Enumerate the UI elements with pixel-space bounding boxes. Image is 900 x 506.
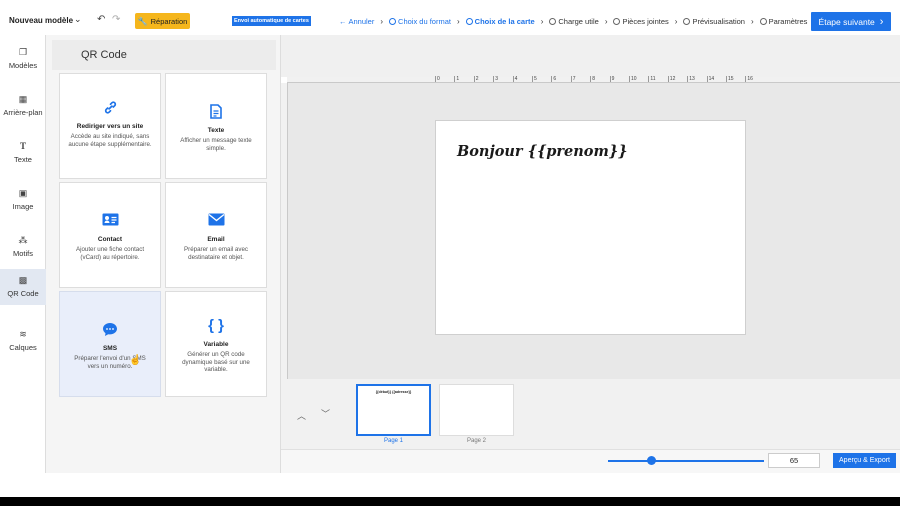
- ruler-tick-label: 1: [454, 76, 460, 82]
- text-icon: T: [19, 141, 26, 151]
- ruler-tick-label: 0: [435, 76, 440, 82]
- left-sidebar: ❐ Modèles ▦ Arrière-plan T Texte ▣ Image…: [0, 35, 46, 473]
- horizontal-ruler: 0 1 2 3 4 5 6 7 8 9 10 11 12 13 14 15 16: [287, 76, 900, 83]
- step-circle-icon: [683, 17, 691, 25]
- step-circle-icon: [465, 17, 473, 25]
- templates-icon: ❐: [18, 47, 28, 57]
- step-attachments[interactable]: Pièces jointes: [613, 17, 669, 26]
- chevron-right-icon: ›: [750, 16, 754, 26]
- step-format[interactable]: Choix du format: [389, 17, 451, 26]
- ruler-tick-label: 8: [590, 76, 595, 82]
- chevron-right-icon: ›: [879, 15, 884, 28]
- step-settings[interactable]: Paramètres: [759, 17, 807, 26]
- wrench-icon: 🔧: [137, 16, 148, 26]
- ruler-tick-label: 12: [667, 76, 676, 82]
- page-thumbnail-2[interactable]: [439, 384, 514, 436]
- mouse-cursor-icon: ☝: [129, 355, 142, 366]
- ruler-tick-label: 11: [648, 76, 656, 82]
- repair-button[interactable]: 🔧 Réparation: [135, 13, 190, 29]
- chevron-right-icon: ›: [604, 16, 608, 26]
- ruler-tick-label: 16: [745, 76, 753, 82]
- qr-option-redirect[interactable]: Rediriger vers un site Accède au site in…: [59, 73, 161, 179]
- ruler-tick-label: 6: [551, 76, 557, 82]
- ruler-tick-label: 2: [473, 76, 479, 82]
- chevron-right-icon: ›: [540, 16, 544, 26]
- ruler-tick-label: 4: [512, 76, 518, 82]
- panel-title: QR Code: [52, 40, 276, 70]
- ruler-tick-label: 13: [687, 76, 695, 82]
- preview-export-button[interactable]: Aperçu & Export: [833, 453, 896, 468]
- undo-icon[interactable]: ↶: [97, 14, 105, 25]
- step-circle-icon: [389, 17, 397, 25]
- braces-icon: { }: [208, 317, 224, 334]
- qr-option-sms[interactable]: SMS Préparer l'envoi d'un SMS vers un nu…: [59, 291, 161, 397]
- step-circle-icon: [549, 17, 557, 25]
- step-payload[interactable]: Charge utile: [549, 17, 599, 26]
- next-step-button[interactable]: Étape suivante ›: [811, 12, 891, 31]
- redo-icon[interactable]: ↷: [112, 14, 120, 25]
- qr-option-email[interactable]: Email Préparer un email avec destinatair…: [165, 182, 267, 288]
- step-preview[interactable]: Prévisualisation: [683, 17, 745, 26]
- ruler-tick-label: 14: [706, 76, 715, 82]
- canvas-top-strip: [281, 35, 900, 77]
- repair-label: Réparation: [150, 16, 188, 26]
- chevron-down-icon[interactable]: ⌄: [74, 14, 82, 25]
- ruler-tick-label: 7: [570, 76, 576, 82]
- chevron-right-icon: ›: [380, 16, 384, 26]
- auto-send-badge: Envoi automatique de cartes: [232, 16, 311, 26]
- chat-bubble-icon: [102, 322, 118, 338]
- contact-card-icon: [102, 213, 119, 229]
- model-name[interactable]: Nouveau modèle: [9, 16, 73, 25]
- zoom-input[interactable]: 65: [768, 453, 820, 468]
- ruler-tick-label: 3: [493, 76, 498, 82]
- sidebar-item-qr-code[interactable]: ▩ QR Code: [0, 269, 46, 305]
- zoom-slider[interactable]: [608, 460, 764, 462]
- chevron-right-icon: ›: [456, 16, 460, 26]
- ruler-tick-label: 5: [532, 76, 537, 82]
- image-icon: ▣: [18, 188, 28, 198]
- step-breadcrumb: ← Annuler › Choix du format › Choix de l…: [339, 15, 807, 27]
- step-card[interactable]: Choix de la carte: [465, 17, 535, 26]
- qr-option-variable[interactable]: { } Variable Générer un QR code dynamiqu…: [165, 291, 267, 397]
- background-icon: ▦: [18, 94, 28, 104]
- cancel-step[interactable]: ← Annuler: [339, 17, 374, 26]
- qr-option-contact[interactable]: Contact Ajouter une fiche contact (vCard…: [59, 182, 161, 288]
- canvas-greeting-text[interactable]: Bonjour {{prenom}}: [457, 143, 627, 160]
- page-label-2: Page 2: [466, 438, 487, 444]
- chevron-down-icon[interactable]: ﹀: [321, 407, 330, 420]
- sidebar-item-motifs[interactable]: ⁂ Motifs: [0, 229, 46, 265]
- document-icon: [210, 104, 222, 120]
- step-circle-icon: [759, 17, 767, 25]
- sidebar-item-texte[interactable]: T Texte: [0, 135, 46, 171]
- layers-icon: ≋: [19, 329, 27, 339]
- arrow-left-icon: ←: [339, 16, 347, 26]
- vertical-ruler: [281, 83, 288, 379]
- qr-option-text[interactable]: Texte Afficher un message texte simple.: [165, 73, 267, 179]
- page-footer: [0, 473, 900, 497]
- sidebar-item-modeles[interactable]: ❐ Modèles: [0, 41, 46, 77]
- qr-code-panel: QR Code Rediriger vers un site Accède au…: [46, 35, 281, 473]
- page-label-1: Page 1: [383, 438, 404, 444]
- sidebar-item-calques[interactable]: ≋ Calques: [0, 323, 46, 359]
- ruler-tick-label: 15: [726, 76, 734, 82]
- link-icon: [103, 100, 118, 116]
- sidebar-item-image[interactable]: ▣ Image: [0, 182, 46, 218]
- envelope-icon: [208, 213, 225, 229]
- sidebar-item-arriere-plan[interactable]: ▦ Arrière-plan: [0, 88, 46, 124]
- shapes-icon: ⁂: [18, 235, 28, 245]
- screen-bottom-bar: [0, 497, 900, 506]
- chevron-up-icon[interactable]: ︿: [297, 409, 306, 422]
- ruler-tick-label: 10: [629, 76, 637, 82]
- step-circle-icon: [613, 17, 621, 25]
- ruler-tick-label: 9: [609, 76, 615, 82]
- qrcode-icon: ▩: [18, 275, 28, 285]
- chevron-right-icon: ›: [674, 16, 678, 26]
- page-thumbnail-1[interactable]: {{début}} {{adresse}}: [356, 384, 431, 436]
